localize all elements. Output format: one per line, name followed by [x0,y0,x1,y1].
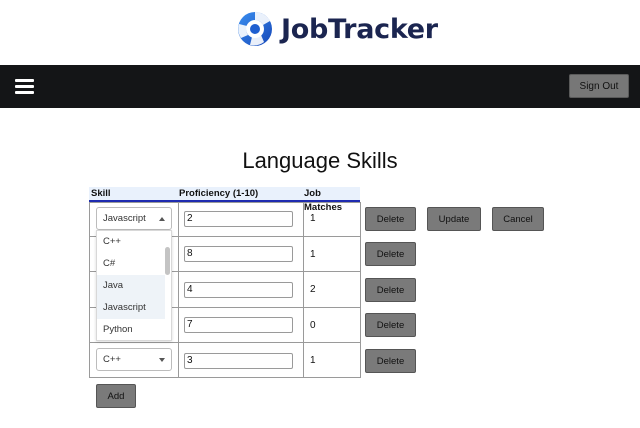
cancel-button[interactable]: Cancel [492,207,544,231]
column-header-skill: Skill [89,187,177,201]
delete-button[interactable]: Delete [365,278,416,302]
dropdown-option[interactable]: C# [97,253,165,275]
delete-button[interactable]: Delete [365,349,416,373]
job-matches-value: 1 [310,249,316,260]
dropdown-scrollbar[interactable] [165,247,170,275]
job-matches-value: 1 [310,355,316,366]
job-matches-value: 0 [310,320,316,331]
skill-select[interactable]: C++ [96,348,172,371]
app-logo: JobTracker [237,10,438,48]
sign-out-button[interactable]: Sign Out [569,74,629,98]
hamburger-menu-icon[interactable] [15,78,34,95]
row-divider [89,342,361,343]
proficiency-input[interactable]: 2 [184,211,293,227]
job-matches-value: 2 [310,284,316,295]
caret-up-icon [159,217,165,221]
skill-dropdown-list: C++ C# Java Javascript Python [96,230,172,341]
proficiency-input[interactable]: 8 [184,246,293,262]
top-navbar [0,65,640,108]
proficiency-input[interactable]: 7 [184,317,293,333]
delete-button[interactable]: Delete [365,207,416,231]
jobtracker-logo-icon [238,12,272,46]
skill-select-value: Javascript [103,213,146,224]
dropdown-option[interactable]: C++ [97,231,165,253]
app-name: JobTracker [281,13,438,45]
add-button[interactable]: Add [96,384,136,408]
caret-down-icon [159,358,165,362]
proficiency-input[interactable]: 4 [184,282,293,298]
dropdown-option[interactable]: Python [97,319,165,340]
delete-button[interactable]: Delete [365,242,416,266]
column-header-proficiency: Proficiency (1-10) [177,187,303,201]
column-divider [178,202,179,378]
update-button[interactable]: Update [427,207,481,231]
column-header-job-matches: Job Matches [303,187,360,213]
proficiency-input[interactable]: 3 [184,353,293,369]
skill-select[interactable]: Javascript [96,207,172,230]
skill-select-value: C++ [103,354,121,365]
dropdown-option[interactable]: Javascript [97,297,165,319]
column-divider [303,202,304,378]
dropdown-option[interactable]: Java [97,275,165,297]
page-title: Language Skills [242,148,398,173]
job-matches-value: 1 [310,213,316,224]
delete-button[interactable]: Delete [365,313,416,337]
